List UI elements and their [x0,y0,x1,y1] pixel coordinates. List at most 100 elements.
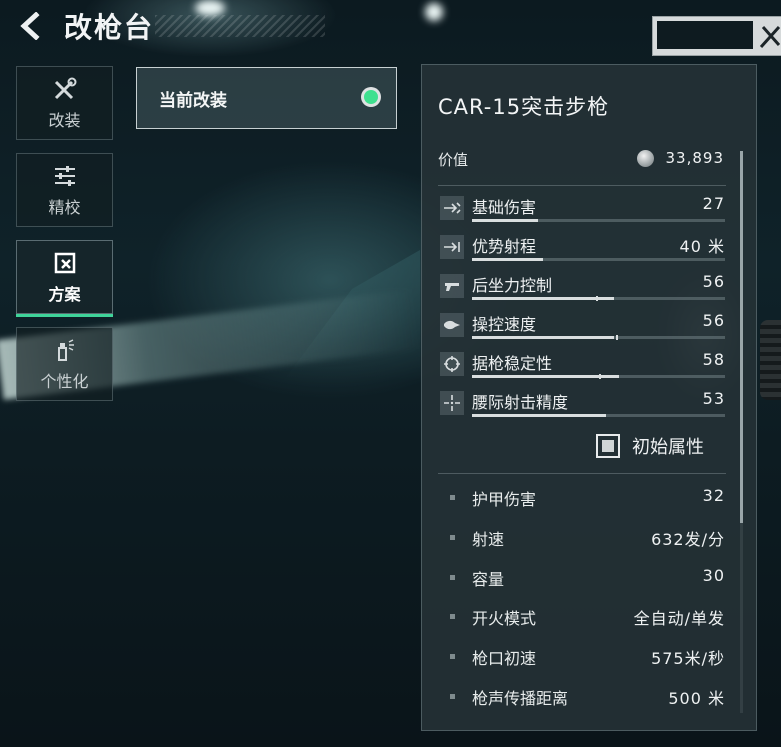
stat-base-marker [598,374,601,379]
sidebar-item-plan[interactable]: 方案 [16,240,113,317]
detail-row: 护甲伤害 32 [450,486,725,510]
detail-label: 开火模式 [472,609,537,628]
wrench-icon [759,25,781,49]
range-icon [440,235,464,259]
back-button[interactable] [16,11,46,41]
value-amount: 33,893 [665,149,724,167]
stat-label: 基础伤害 [472,198,537,217]
detail-row: 开火模式 全自动/单发 [450,605,725,629]
detail-label: 容量 [472,570,505,589]
stat-row: 优势射程 40 米 [440,231,725,265]
current-mod-label: 当前改装 [159,90,227,111]
ceiling-light [195,0,225,16]
weapon-muzzle-preview [760,320,781,400]
stat-bar-fill [472,414,607,417]
weapon-name: CAR-15突击步枪 [438,95,610,119]
detail-value: 30 [702,566,725,585]
detail-value: 632发/分 [651,530,725,549]
sidebar-item-label: 方案 [48,285,81,304]
detail-row: 枪声传播距离 500 米 [450,685,725,709]
sidebar-item-label: 个性化 [40,372,89,391]
detail-row: 容量 30 [450,566,725,590]
detail-label: 护甲伤害 [472,490,537,509]
wrench-screwdriver-icon [54,77,76,100]
stat-bar-track [472,414,725,417]
stat-label: 据枪稳定性 [472,354,553,373]
handling-icon [440,313,464,337]
stat-bar-fill [472,375,619,378]
stat-row: 腰际射击精度 53 [440,387,725,421]
stat-bar-track [472,374,725,379]
stat-base-marker [616,335,619,340]
sidebar-item-label: 改装 [48,111,81,130]
sidebar-item-mod[interactable]: 改装 [16,66,113,140]
bullet-icon [450,495,455,500]
bullet-icon [450,654,455,659]
detail-value: 全自动/单发 [633,609,725,628]
weapon-value-row: 价值 33,893 [438,149,724,171]
ceiling-light [425,3,443,21]
detail-value: 32 [702,486,725,505]
sidebar-item-tune[interactable]: 精校 [16,153,113,227]
blueprint-icon [54,252,75,274]
stat-value: 58 [702,350,725,369]
damage-icon [440,196,464,220]
value-label: 价值 [438,151,469,169]
stat-bar-fill [472,336,614,339]
divider [438,185,726,186]
scrollbar-track [740,523,743,713]
stat-bar-fill [472,297,614,300]
checkbox-fill [602,440,614,452]
title-decoration [155,15,325,37]
stability-crosshair-icon [440,352,464,376]
detail-label: 枪声传播距离 [472,689,569,708]
initial-attributes-label: 初始属性 [632,437,704,458]
stat-bar-fill [472,258,543,261]
stat-value: 56 [702,272,725,291]
detail-label: 枪口初速 [472,649,537,668]
weapon-stats-panel: CAR-15突击步枪 价值 33,893 基础伤害 27 优势射程 40 米 后… [421,64,757,731]
stat-row: 操控速度 56 [440,309,725,343]
stat-bar-track [472,219,725,222]
sidebar-item-label: 精校 [48,198,81,217]
divider [438,473,726,474]
tune-sliders-icon [54,166,75,186]
scrollbar-thumb[interactable] [740,151,743,523]
stat-value: 27 [702,194,725,213]
page-title: 改枪台 [64,11,155,44]
stat-bar-track [472,296,725,301]
hipfire-crosshair-icon [440,391,464,415]
bullet-icon [450,614,455,619]
stat-row: 据枪稳定性 58 [440,348,725,382]
bullet-icon [450,535,455,540]
sidebar-item-personalize[interactable]: 个性化 [16,327,113,401]
detail-value: 500 米 [668,689,725,708]
coin-icon [637,150,654,167]
stat-value: 56 [702,311,725,330]
stat-label: 操控速度 [472,315,537,334]
detail-row: 射速 632发/分 [450,526,725,550]
stat-row: 后坐力控制 56 [440,270,725,304]
stat-value: 53 [702,389,725,408]
stat-base-marker [595,296,598,301]
bullet-icon [450,694,455,699]
tools-shortcut-preview [657,21,753,49]
stat-label: 优势射程 [472,237,537,256]
stat-bar-fill [472,219,538,222]
detail-value: 575米/秒 [651,649,725,668]
initial-attributes-toggle[interactable]: 初始属性 [596,431,704,461]
spray-can-icon [57,339,74,361]
stat-label: 腰际射击精度 [472,393,569,412]
header: 改枪台 [16,8,154,44]
stat-label: 后坐力控制 [472,276,553,295]
panel-scrollbar[interactable] [740,151,743,523]
recoil-icon [440,274,464,298]
current-mod-button[interactable]: 当前改装 [136,67,397,129]
bullet-icon [450,575,455,580]
stat-bar-track [472,335,725,340]
initial-attributes-checkbox[interactable] [596,434,620,458]
active-status-dot [364,90,378,104]
detail-label: 射速 [472,530,505,549]
tools-shortcut-button[interactable] [652,16,781,56]
stat-row: 基础伤害 27 [440,192,725,226]
